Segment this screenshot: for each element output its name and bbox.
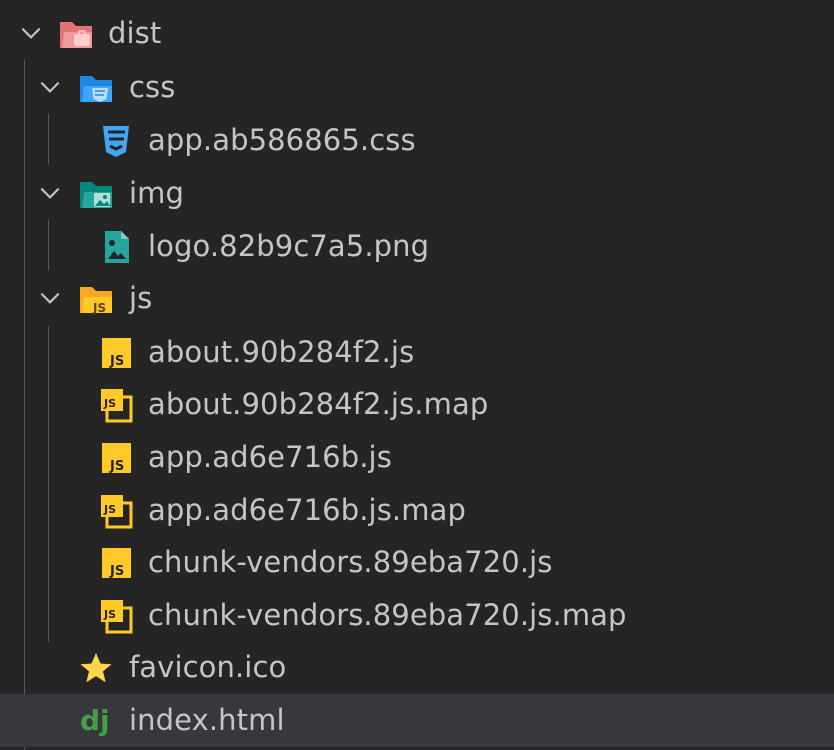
tree-item-dist-folder[interactable]: dist xyxy=(0,7,834,60)
css3-icon xyxy=(103,126,129,157)
javascript-map-icon: JS xyxy=(101,495,133,529)
tree-item-label: img xyxy=(129,176,185,210)
javascript-icon: JS xyxy=(102,548,131,579)
folder-images-open-icon xyxy=(80,182,112,208)
tree-item-label: css xyxy=(129,70,176,104)
tree-item-label: favicon.ico xyxy=(129,650,287,684)
tree-item-js-folder[interactable]: JS js xyxy=(0,272,834,325)
tree-item-label: dist xyxy=(108,16,162,50)
tree-item-label: chunk-vendors.89eba720.js xyxy=(148,545,553,579)
image-file-icon xyxy=(105,231,129,263)
svg-text:JS: JS xyxy=(109,564,124,579)
svg-text:JS: JS xyxy=(103,503,116,516)
tree-item-file[interactable]: JS app.ad6e716b.js xyxy=(0,431,834,484)
javascript-map-icon: JS xyxy=(101,600,133,634)
svg-text:JS: JS xyxy=(103,608,116,621)
tree-item-file[interactable]: JS chunk-vendors.89eba720.js xyxy=(0,536,834,589)
svg-text:dj: dj xyxy=(80,704,110,737)
chevron-down-icon[interactable] xyxy=(37,180,63,206)
tree-item-css-folder[interactable]: css xyxy=(0,61,834,114)
tree-item-file[interactable]: JS chunk-vendors.89eba720.js.map xyxy=(0,589,834,642)
folder-js-open-icon: JS xyxy=(80,287,112,315)
tree-item-label: about.90b284f2.js.map xyxy=(148,387,489,421)
tree-item-label: app.ab586865.css xyxy=(148,123,416,157)
tree-item-file[interactable]: JS about.90b284f2.js xyxy=(0,326,834,379)
javascript-icon: JS xyxy=(102,338,131,369)
javascript-map-icon: JS xyxy=(101,389,133,423)
svg-text:JS: JS xyxy=(109,459,124,474)
tree-item-file-selected[interactable]: dj index.html xyxy=(0,694,834,747)
tree-item-label: js xyxy=(129,281,153,315)
tree-item-file[interactable]: JS about.90b284f2.js.map xyxy=(0,378,834,431)
folder-css-open-icon xyxy=(80,76,112,102)
tree-item-img-folder[interactable]: img xyxy=(0,167,834,220)
django-icon: dj xyxy=(80,704,110,737)
star-icon xyxy=(80,653,112,683)
svg-text:JS: JS xyxy=(109,354,124,369)
tree-item-label: about.90b284f2.js xyxy=(148,335,415,369)
tree-item-label: app.ad6e716b.js xyxy=(148,440,392,474)
javascript-icon: JS xyxy=(102,443,131,474)
tree-item-label: app.ad6e716b.js.map xyxy=(148,493,466,527)
chevron-down-icon[interactable] xyxy=(37,285,63,311)
tree-item-file[interactable]: JS app.ad6e716b.js.map xyxy=(0,484,834,537)
svg-text:JS: JS xyxy=(92,301,106,315)
folder-dist-open-icon xyxy=(60,22,92,48)
tree-item-label: chunk-vendors.89eba720.js.map xyxy=(148,598,627,632)
tree-item-label: index.html xyxy=(129,703,285,737)
chevron-down-icon[interactable] xyxy=(37,74,63,100)
tree-item-file[interactable]: favicon.ico xyxy=(0,641,834,694)
file-explorer-tree: dist css app.ab586865.css img logo.82b9c… xyxy=(0,0,834,750)
tree-item-file[interactable]: app.ab586865.css xyxy=(0,114,834,167)
tree-item-file[interactable]: logo.82b9c7a5.png xyxy=(0,220,834,273)
svg-text:JS: JS xyxy=(103,397,116,410)
tree-item-label: logo.82b9c7a5.png xyxy=(148,229,430,263)
chevron-down-icon[interactable] xyxy=(18,20,44,46)
